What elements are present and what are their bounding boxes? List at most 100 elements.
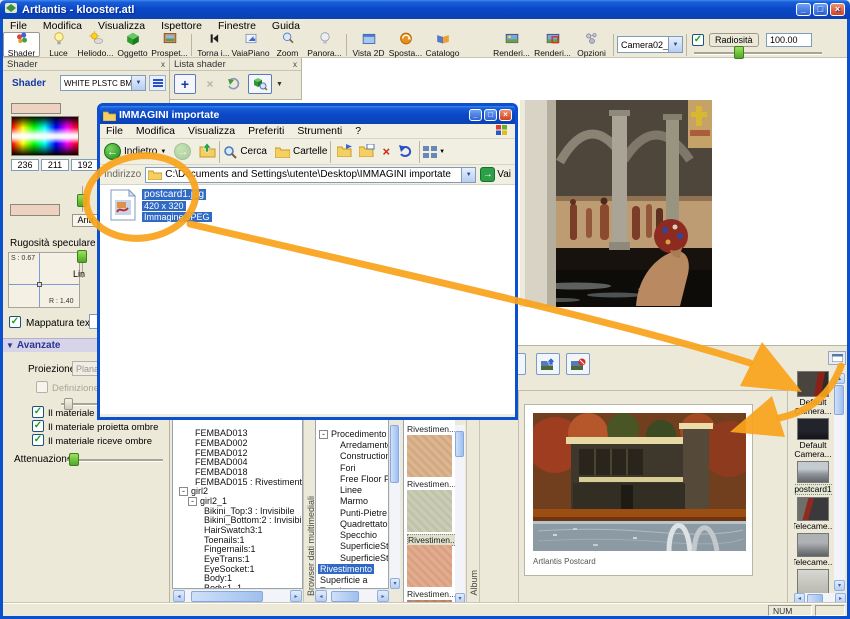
maximize-button[interactable]: □	[813, 3, 828, 16]
scrollbar-thumb[interactable]	[455, 431, 464, 457]
radiosity-button[interactable]: Radiosità	[709, 33, 759, 47]
menu-file[interactable]: File	[3, 20, 34, 32]
tree-item[interactable]: Superficie a	[320, 575, 368, 585]
color-gradient-picker[interactable]	[11, 116, 79, 156]
menu-visualizza[interactable]: Visualizza	[91, 20, 152, 32]
tool-rendering-1[interactable]: Renderi...	[491, 32, 532, 57]
texture-swatch[interactable]	[407, 435, 452, 477]
tool-opzioni[interactable]: Opzioni	[573, 32, 610, 57]
tool-sposta[interactable]: Sposta...	[387, 32, 424, 57]
add-image-button[interactable]	[536, 353, 560, 375]
texture-mapping-checkbox[interactable]: ✓	[9, 316, 21, 328]
scroll-right-icon[interactable]: ▸	[377, 590, 389, 602]
tree-item[interactable]: Fori	[340, 463, 356, 473]
tree-item[interactable]: Linee	[340, 485, 362, 495]
back-button[interactable]: ← Indietro ▼	[104, 143, 166, 160]
explorer-titlebar[interactable]: IMMAGINI importate _ □ ×	[100, 106, 515, 124]
tree-item[interactable]: Bikini_Bottom:2 : Invisibile	[204, 515, 303, 525]
shader-name-select[interactable]: WHITE PLSTC BMP ▼	[60, 75, 146, 91]
texture-label[interactable]: Rivestimen...	[407, 424, 455, 434]
texture-swatch[interactable]	[407, 545, 452, 587]
add-shader-button[interactable]: +	[174, 74, 196, 94]
attenuation-slider-thumb[interactable]	[69, 453, 79, 466]
file-item[interactable]	[108, 189, 138, 224]
aria-slider-thumb[interactable]	[77, 194, 87, 207]
objects-tree-hscrollbar[interactable]: ◂ ▸	[173, 590, 302, 602]
scroll-right-icon[interactable]: ▸	[290, 590, 302, 602]
tool-prospettiva[interactable]: Prospet...	[151, 32, 188, 57]
import-shader-button[interactable]	[224, 75, 244, 93]
rgb-b-field[interactable]: 192	[71, 159, 99, 171]
graph-handle[interactable]	[37, 282, 42, 287]
shader-tree-vscrollbar[interactable]: ▾	[390, 425, 400, 589]
thumbnail-item[interactable]: postcard1	[796, 461, 830, 495]
collapse-icon[interactable]	[319, 430, 328, 439]
tree-item[interactable]: FEMBAD015 : Rivestimento004	[195, 477, 303, 487]
tool-panorama[interactable]: Panora...	[306, 32, 343, 57]
folders-button[interactable]: Cartelle	[275, 146, 327, 158]
lin-slider-thumb[interactable]	[77, 250, 87, 263]
scroll-down-icon[interactable]: ▾	[390, 578, 400, 589]
camera-select[interactable]: Camera02_1 ▼	[617, 36, 683, 53]
tree-item[interactable]: FEMBAD018	[195, 467, 248, 477]
remove-image-button[interactable]	[566, 353, 590, 375]
texture-list-vscrollbar[interactable]: ▾	[455, 425, 465, 604]
material-cast-shadows-checkbox[interactable]: ✓	[32, 420, 44, 432]
minimize-button[interactable]: _	[796, 3, 811, 16]
album-thumbnail-list[interactable]: Default Camera... Default Camera... post…	[794, 371, 832, 593]
close-icon[interactable]: x	[293, 60, 297, 69]
tree-item[interactable]: Body:1	[204, 573, 232, 583]
copy-to-button[interactable]	[359, 144, 375, 160]
scene-viewport[interactable]	[520, 100, 712, 307]
menu-file[interactable]: File	[100, 125, 129, 137]
color-preview-swatch[interactable]	[11, 103, 61, 114]
radiosity-value[interactable]: 100.00	[766, 33, 812, 47]
tool-shader[interactable]: Shader	[3, 32, 40, 57]
explorer-file-area[interactable]: postcard1.jpg 420 x 320 Immagine JPEG	[100, 185, 515, 414]
tree-item[interactable]: Construction Mate	[340, 451, 389, 461]
texture-swatch[interactable]	[407, 490, 452, 532]
tree-item[interactable]: FEMBAD002	[195, 438, 248, 448]
close-icon[interactable]: x	[161, 60, 165, 69]
file-name[interactable]: postcard1.jpg	[142, 189, 206, 200]
scroll-down-icon[interactable]: ▾	[834, 580, 845, 591]
attenuation-slider-track[interactable]	[67, 459, 163, 461]
tool-catalogo[interactable]: Catalogo	[424, 32, 461, 57]
menu-visualizza[interactable]: Visualizza	[182, 125, 241, 137]
menu-ispettore[interactable]: Ispettore	[154, 20, 209, 32]
postcard-frame[interactable]: Artlantis Postcard	[524, 404, 753, 576]
tool-torna-indietro[interactable]: Torna i...	[195, 32, 232, 57]
tool-oggetto[interactable]: Oggetto	[114, 32, 151, 57]
tree-item-selected[interactable]: Rivestimento	[318, 564, 374, 574]
thumbnail-item[interactable]: Telecame...	[796, 497, 830, 531]
tree-item[interactable]: Body:1_1	[204, 583, 242, 589]
shader-list-button[interactable]	[149, 75, 166, 91]
collapse-icon[interactable]	[188, 497, 197, 506]
tree-item[interactable]: Procedimento	[331, 429, 387, 439]
tree-item[interactable]: girl2	[191, 486, 208, 496]
scrollbar-thumb[interactable]	[191, 591, 263, 602]
detach-album-button[interactable]	[828, 351, 846, 365]
search-button[interactable]: Cerca	[223, 145, 267, 159]
radiosity-slider-track[interactable]	[694, 52, 822, 54]
tree-item[interactable]: Free Floor Pro sha	[340, 474, 389, 484]
scrollbar-thumb[interactable]	[390, 425, 399, 483]
menu-strumenti[interactable]: Strumenti	[291, 125, 348, 137]
scroll-left-icon[interactable]: ◂	[173, 590, 185, 602]
album-vscrollbar[interactable]: ▴ ▾	[834, 373, 845, 591]
minimize-button[interactable]: _	[469, 109, 482, 121]
tool-vaiapiano[interactable]: VaiaPiano	[232, 32, 269, 57]
maximize-button[interactable]: □	[484, 109, 497, 121]
menu-modifica[interactable]: Modifica	[130, 125, 181, 137]
move-to-button[interactable]	[337, 144, 353, 160]
tree-item[interactable]: Fingernails:1	[204, 544, 256, 554]
delete-button[interactable]: ×	[382, 144, 390, 159]
tree-item[interactable]: Tegola	[320, 586, 347, 589]
material-receive-shadows-checkbox[interactable]: ✓	[32, 434, 44, 446]
scrollbar-thumb[interactable]	[834, 385, 844, 415]
tool-rendering-2[interactable]: Renderi...	[532, 32, 573, 57]
menu-modifica[interactable]: Modifica	[36, 20, 89, 32]
scroll-left-icon[interactable]: ◂	[315, 590, 327, 602]
address-input[interactable]: C:\Documents and Settings\utente\Desktop…	[145, 167, 476, 183]
close-button[interactable]: ×	[499, 109, 512, 121]
